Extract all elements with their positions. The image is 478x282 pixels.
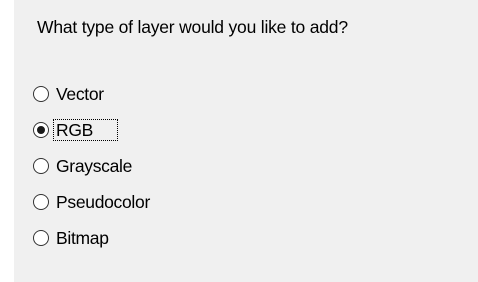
radio-button-checked-icon[interactable]: [33, 122, 49, 138]
radio-button-unchecked-icon[interactable]: [33, 86, 49, 102]
radio-option-bitmap[interactable]: Bitmap: [33, 225, 111, 251]
radio-selected-dot: [37, 126, 45, 134]
radio-label-grayscale[interactable]: Grayscale: [54, 156, 134, 176]
radio-button-unchecked-icon[interactable]: [33, 194, 49, 210]
radio-label-vector[interactable]: Vector: [54, 84, 106, 104]
radio-option-grayscale[interactable]: Grayscale: [33, 153, 134, 179]
radio-option-rgb[interactable]: RGB: [33, 117, 119, 143]
radio-button-unchecked-icon[interactable]: [33, 158, 49, 174]
radio-label-pseudocolor[interactable]: Pseudocolor: [54, 192, 152, 212]
radio-button-unchecked-icon[interactable]: [33, 230, 49, 246]
radio-option-vector[interactable]: Vector: [33, 81, 106, 107]
radio-label-rgb[interactable]: RGB: [52, 119, 119, 141]
layer-type-prompt: What type of layer would you like to add…: [37, 17, 348, 37]
radio-label-bitmap[interactable]: Bitmap: [54, 228, 111, 248]
radio-option-pseudocolor[interactable]: Pseudocolor: [33, 189, 152, 215]
